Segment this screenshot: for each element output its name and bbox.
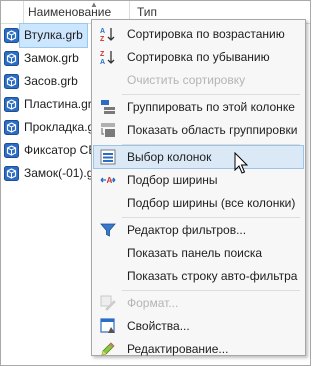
properties-icon bbox=[100, 318, 115, 333]
menu-item-clear-sorting[interactable]: Очистить сортировку bbox=[94, 69, 303, 91]
menu-separator bbox=[122, 290, 300, 291]
filter-icon bbox=[100, 223, 116, 237]
cube-file-icon bbox=[4, 51, 19, 66]
menu-item-show-auto-filter-row[interactable]: Показать строку авто-фильтра bbox=[94, 265, 303, 287]
menu-item-label: Подбор ширины (все колонки) bbox=[127, 196, 296, 210]
menu-item-format[interactable]: Формат... bbox=[94, 292, 303, 314]
menu-item-label: Выбор колонок bbox=[127, 150, 212, 164]
menu-item-properties[interactable]: Свойства... bbox=[94, 315, 303, 337]
sort-descending-icon: Z A bbox=[100, 51, 115, 65]
menu-item-label: Редактор фильтров... bbox=[127, 223, 247, 237]
menu-item-label: Сортировка по убыванию bbox=[127, 50, 270, 64]
format-icon bbox=[100, 295, 116, 311]
svg-text:Z: Z bbox=[100, 51, 105, 58]
sort-ascending-icon: A Z bbox=[100, 28, 115, 42]
row-name-cell[interactable]: Пластина.grb bbox=[24, 93, 98, 116]
best-fit-icon: A bbox=[100, 176, 116, 185]
cube-file-icon bbox=[4, 166, 19, 181]
chevron-up-icon: ▲ bbox=[90, 0, 98, 9]
menu-item-label: Свойства... bbox=[127, 319, 190, 333]
menu-item-best-fit-all-columns[interactable]: Подбор ширины (все колонки) bbox=[94, 192, 303, 214]
svg-text:A: A bbox=[100, 59, 105, 65]
group-panel-icon bbox=[101, 123, 115, 137]
menu-item-label: Сортировка по возрастанию bbox=[127, 27, 285, 41]
menu-item-sort-descending[interactable]: Z A Сортировка по убыванию bbox=[94, 46, 303, 68]
row-name-cell[interactable]: Фиксатор СБ bbox=[24, 139, 96, 162]
menu-item-label: Показать панель поиска bbox=[127, 246, 263, 260]
column-header-name-label: Наименование bbox=[28, 5, 112, 19]
row-name-cell[interactable]: Замок.grb bbox=[24, 47, 79, 70]
menu-item-show-group-panel[interactable]: Показать область группировки bbox=[94, 119, 303, 141]
row-name-cell[interactable]: Втулка.grb bbox=[19, 23, 88, 48]
cube-file-icon bbox=[4, 143, 19, 158]
menu-item-column-chooser[interactable]: Выбор колонок bbox=[93, 145, 304, 169]
mouse-pointer-icon bbox=[234, 152, 249, 174]
menu-item-label: Очистить сортировку bbox=[127, 73, 246, 87]
menu-item-label: Редактирование... bbox=[127, 342, 229, 356]
row-indicator-header[interactable] bbox=[1, 1, 24, 23]
cube-file-icon bbox=[4, 97, 19, 112]
svg-text:A: A bbox=[100, 28, 105, 35]
menu-item-best-fit[interactable]: A Подбор ширины bbox=[94, 169, 303, 191]
menu-item-group-by-column[interactable]: Группировать по этой колонке bbox=[94, 96, 303, 118]
menu-separator bbox=[122, 144, 300, 145]
cube-file-icon bbox=[4, 74, 19, 89]
menu-separator bbox=[122, 217, 300, 218]
column-chooser-icon bbox=[100, 149, 116, 165]
menu-item-label: Подбор ширины bbox=[127, 173, 218, 187]
cube-file-icon bbox=[4, 28, 19, 43]
menu-item-label: Показать область группировки bbox=[127, 123, 298, 137]
menu-separator bbox=[122, 94, 300, 95]
svg-text:Z: Z bbox=[100, 36, 105, 42]
menu-item-label: Показать строку авто-фильтра bbox=[127, 269, 298, 283]
column-context-menu: A Z Сортировка по возрастанию Z A Сортир… bbox=[91, 19, 306, 356]
menu-item-filter-editor[interactable]: Редактор фильтров... bbox=[94, 219, 303, 241]
pencil-icon bbox=[101, 342, 115, 356]
menu-item-edit[interactable]: Редактирование... bbox=[94, 338, 303, 360]
column-header-type-label: Тип bbox=[137, 5, 158, 19]
group-by-column-icon bbox=[101, 100, 115, 114]
menu-item-label: Формат... bbox=[127, 296, 179, 310]
menu-item-label: Группировать по этой колонке bbox=[127, 100, 295, 114]
row-name-cell[interactable]: Засов.grb bbox=[24, 70, 78, 93]
menu-item-sort-ascending[interactable]: A Z Сортировка по возрастанию bbox=[94, 23, 303, 45]
cube-file-icon bbox=[4, 120, 19, 135]
menu-item-show-find-panel[interactable]: Показать панель поиска bbox=[94, 242, 303, 264]
